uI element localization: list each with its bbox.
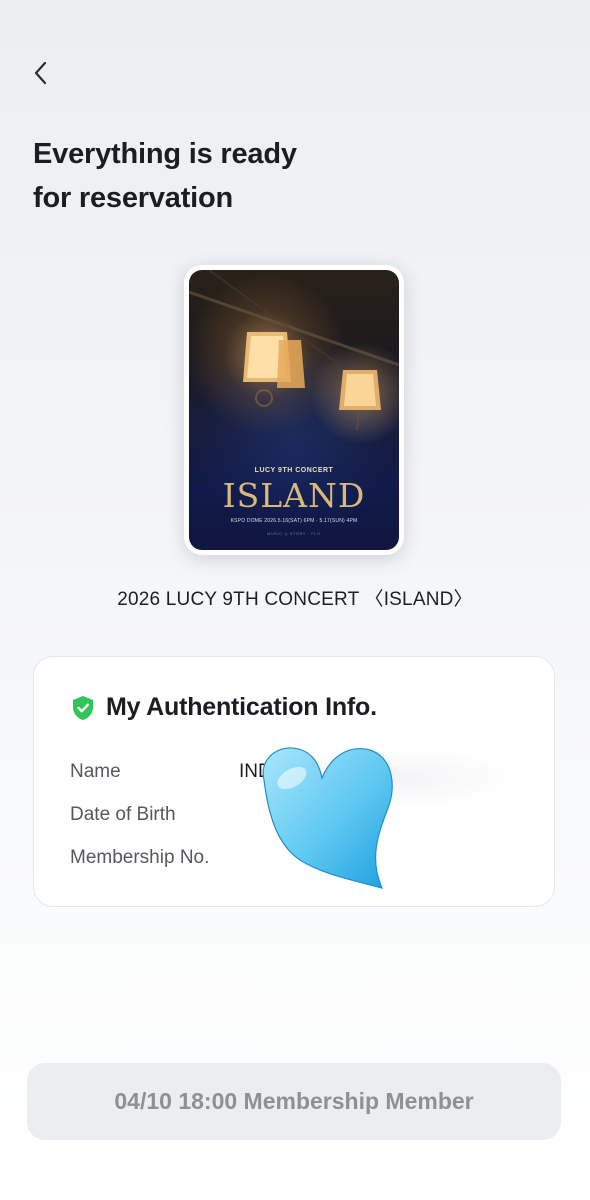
poster-subtitle: LUCY 9TH CONCERT	[254, 467, 334, 474]
dob-label: Date of Birth	[70, 804, 176, 825]
page-title-line-1: Everything is ready	[33, 138, 297, 170]
info-row-dob: Date of Birth	[70, 804, 239, 826]
poster-image: LUCY 9TH CONCERT ISLAND KSPO DOME 2026.5…	[189, 270, 399, 550]
auth-card-header: My Authentication Info.	[72, 693, 377, 722]
membership-label: Membership No.	[70, 847, 210, 868]
blue-heart-emoji	[244, 738, 404, 893]
auth-card-title: My Authentication Info.	[106, 693, 377, 721]
page-title-line-2: for reservation	[33, 182, 234, 214]
name-label: Name	[70, 761, 121, 782]
chevron-left-icon	[34, 61, 47, 85]
back-button[interactable]	[26, 56, 56, 90]
poster-lamps-illustration	[189, 270, 399, 431]
poster-title: ISLAND	[222, 476, 366, 515]
blue-heart-icon	[262, 747, 393, 889]
page-title: Everything is ready for reservation	[33, 132, 297, 220]
concert-name: 2026 LUCY 9TH CONCERT 〈ISLAND〉	[117, 589, 473, 610]
poster-footer: MUSIC ◎ STORY · FLO	[267, 532, 321, 536]
poster-venue-dates: KSPO DOME 2026.5.16(SAT) 6PM · 5.17(SUN)…	[230, 518, 358, 524]
membership-reservation-button[interactable]: 04/10 18:00 Membership Member	[27, 1063, 561, 1140]
info-row-membership: Membership No.	[70, 847, 239, 869]
concert-poster: LUCY 9TH CONCERT ISLAND KSPO DOME 2026.5…	[184, 265, 404, 555]
shield-check-icon	[73, 695, 93, 720]
